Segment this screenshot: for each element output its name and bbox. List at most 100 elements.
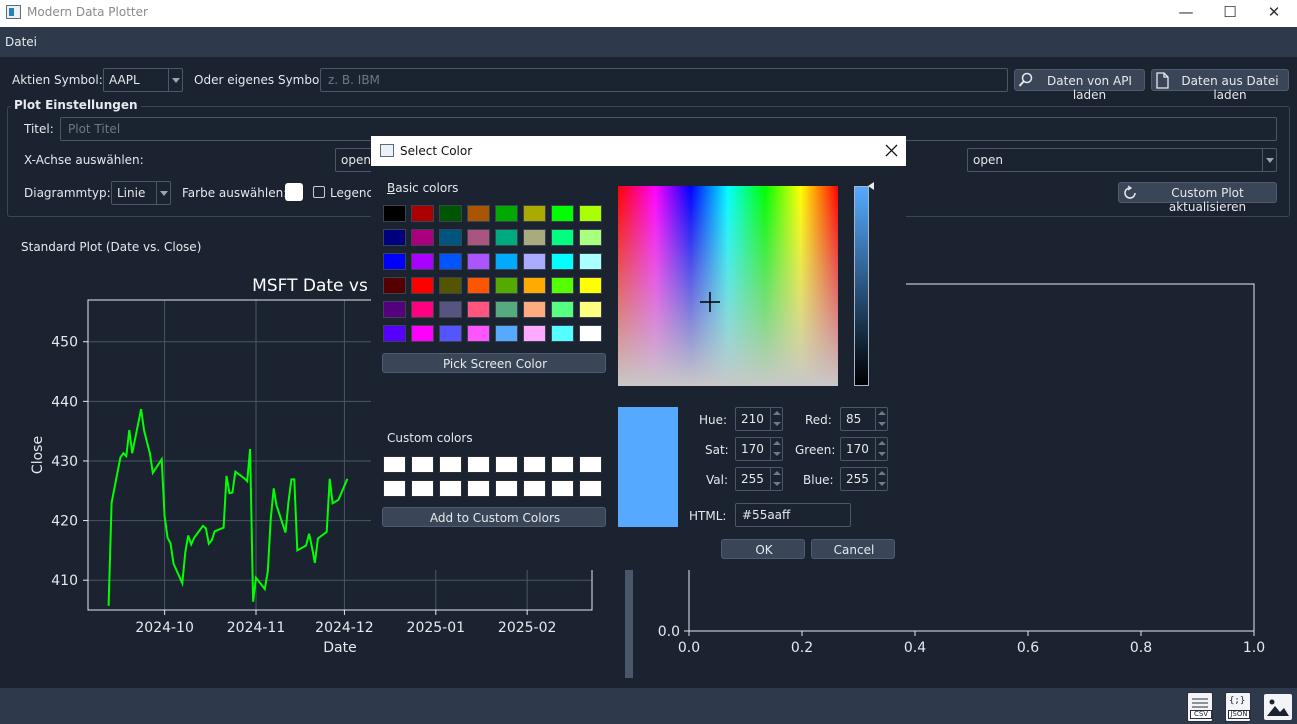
- splitter-handle[interactable]: [625, 568, 633, 678]
- spin-up-icon[interactable]: [875, 408, 887, 419]
- menu-file[interactable]: Datei: [5, 35, 37, 49]
- basic-color-swatch[interactable]: [467, 277, 490, 294]
- basic-color-swatch[interactable]: [551, 301, 574, 318]
- pick-screen-color-button[interactable]: Pick Screen Color: [382, 353, 606, 373]
- basic-color-swatch[interactable]: [411, 205, 434, 222]
- basic-color-swatch[interactable]: [439, 301, 462, 318]
- red-spinbox[interactable]: 85: [840, 407, 888, 431]
- basic-color-swatch[interactable]: [523, 253, 546, 270]
- basic-color-swatch[interactable]: [579, 229, 602, 246]
- basic-color-swatch[interactable]: [551, 325, 574, 342]
- spin-up-icon[interactable]: [770, 438, 782, 449]
- basic-color-swatch[interactable]: [551, 205, 574, 222]
- custom-color-swatch[interactable]: [411, 480, 434, 497]
- custom-color-swatch[interactable]: [495, 480, 518, 497]
- basic-color-swatch[interactable]: [551, 229, 574, 246]
- basic-color-swatch[interactable]: [495, 325, 518, 342]
- basic-color-swatch[interactable]: [411, 229, 434, 246]
- basic-color-swatch[interactable]: [467, 301, 490, 318]
- custom-color-swatch[interactable]: [523, 456, 546, 473]
- custom-color-swatch[interactable]: [411, 456, 434, 473]
- custom-color-swatch[interactable]: [383, 480, 406, 497]
- update-plot-button[interactable]: Custom Plot aktualisieren: [1118, 182, 1277, 214]
- custom-color-swatch[interactable]: [579, 480, 602, 497]
- basic-color-swatch[interactable]: [383, 277, 406, 294]
- basic-color-swatch[interactable]: [523, 277, 546, 294]
- custom-color-swatch[interactable]: [383, 456, 406, 473]
- basic-color-swatch[interactable]: [383, 301, 406, 318]
- basic-color-swatch[interactable]: [411, 253, 434, 270]
- basic-color-swatch[interactable]: [383, 229, 406, 246]
- y-axis-combo[interactable]: open: [967, 148, 1277, 172]
- html-color-input[interactable]: #55aaff: [735, 503, 851, 527]
- basic-color-swatch[interactable]: [579, 205, 602, 222]
- basic-color-swatch[interactable]: [411, 277, 434, 294]
- basic-color-swatch[interactable]: [523, 205, 546, 222]
- spin-up-icon[interactable]: [875, 438, 887, 449]
- basic-color-swatch[interactable]: [579, 277, 602, 294]
- custom-color-swatch[interactable]: [579, 456, 602, 473]
- sat-spinbox[interactable]: 170: [735, 437, 783, 461]
- basic-color-swatch[interactable]: [523, 325, 546, 342]
- stock-symbol-combo[interactable]: AAPL: [103, 68, 183, 92]
- export-csv-icon[interactable]: CSV: [1187, 692, 1213, 722]
- value-slider[interactable]: [854, 186, 869, 386]
- val-spinbox[interactable]: 255: [735, 467, 783, 491]
- export-image-icon[interactable]: [1264, 694, 1292, 720]
- add-custom-colors-button[interactable]: Add to Custom Colors: [382, 507, 606, 527]
- basic-color-swatch[interactable]: [579, 325, 602, 342]
- spin-down-icon[interactable]: [875, 449, 887, 460]
- value-slider-handle[interactable]: [868, 182, 874, 190]
- basic-color-swatch[interactable]: [467, 253, 490, 270]
- export-json-icon[interactable]: {;} JSON: [1225, 692, 1251, 722]
- basic-color-swatch[interactable]: [439, 229, 462, 246]
- spin-down-icon[interactable]: [875, 419, 887, 430]
- load-file-button[interactable]: Daten aus Datei laden: [1151, 69, 1289, 102]
- spin-down-icon[interactable]: [875, 479, 887, 490]
- basic-color-swatch[interactable]: [579, 253, 602, 270]
- basic-color-swatch[interactable]: [523, 301, 546, 318]
- basic-color-swatch[interactable]: [579, 301, 602, 318]
- spin-up-icon[interactable]: [770, 468, 782, 479]
- custom-color-swatch[interactable]: [439, 480, 462, 497]
- basic-color-swatch[interactable]: [467, 205, 490, 222]
- hue-saturation-field[interactable]: [618, 186, 838, 386]
- basic-color-swatch[interactable]: [495, 205, 518, 222]
- basic-color-swatch[interactable]: [383, 253, 406, 270]
- basic-color-swatch[interactable]: [495, 277, 518, 294]
- green-spinbox[interactable]: 170: [840, 437, 888, 461]
- spin-up-icon[interactable]: [875, 468, 887, 479]
- custom-symbol-input[interactable]: z. B. IBM: [320, 68, 1008, 92]
- spin-down-icon[interactable]: [770, 479, 782, 490]
- minimize-button[interactable]: —: [1163, 0, 1209, 27]
- custom-color-swatch[interactable]: [467, 456, 490, 473]
- custom-color-swatch[interactable]: [523, 480, 546, 497]
- basic-color-swatch[interactable]: [411, 325, 434, 342]
- hue-spinbox[interactable]: 210: [735, 407, 783, 431]
- basic-color-swatch[interactable]: [439, 277, 462, 294]
- load-api-button[interactable]: Daten von API laden: [1014, 69, 1145, 102]
- ok-button[interactable]: OK: [721, 539, 805, 559]
- custom-color-swatch[interactable]: [551, 456, 574, 473]
- spin-down-icon[interactable]: [770, 419, 782, 430]
- close-window-button[interactable]: ✕: [1251, 0, 1297, 27]
- basic-color-swatch[interactable]: [495, 229, 518, 246]
- custom-color-swatch[interactable]: [551, 480, 574, 497]
- custom-color-swatch[interactable]: [467, 480, 490, 497]
- chart-type-combo[interactable]: Linie: [111, 181, 171, 205]
- basic-color-swatch[interactable]: [467, 229, 490, 246]
- basic-color-swatch[interactable]: [495, 253, 518, 270]
- close-icon[interactable]: [885, 144, 898, 157]
- basic-color-swatch[interactable]: [551, 277, 574, 294]
- spin-up-icon[interactable]: [770, 408, 782, 419]
- basic-color-swatch[interactable]: [551, 253, 574, 270]
- basic-color-swatch[interactable]: [439, 205, 462, 222]
- basic-color-swatch[interactable]: [383, 205, 406, 222]
- blue-spinbox[interactable]: 255: [840, 467, 888, 491]
- color-picker-button[interactable]: [285, 183, 303, 201]
- basic-color-swatch[interactable]: [383, 325, 406, 342]
- maximize-button[interactable]: ☐: [1207, 0, 1253, 27]
- basic-color-swatch[interactable]: [439, 253, 462, 270]
- basic-color-swatch[interactable]: [439, 325, 462, 342]
- basic-color-swatch[interactable]: [495, 301, 518, 318]
